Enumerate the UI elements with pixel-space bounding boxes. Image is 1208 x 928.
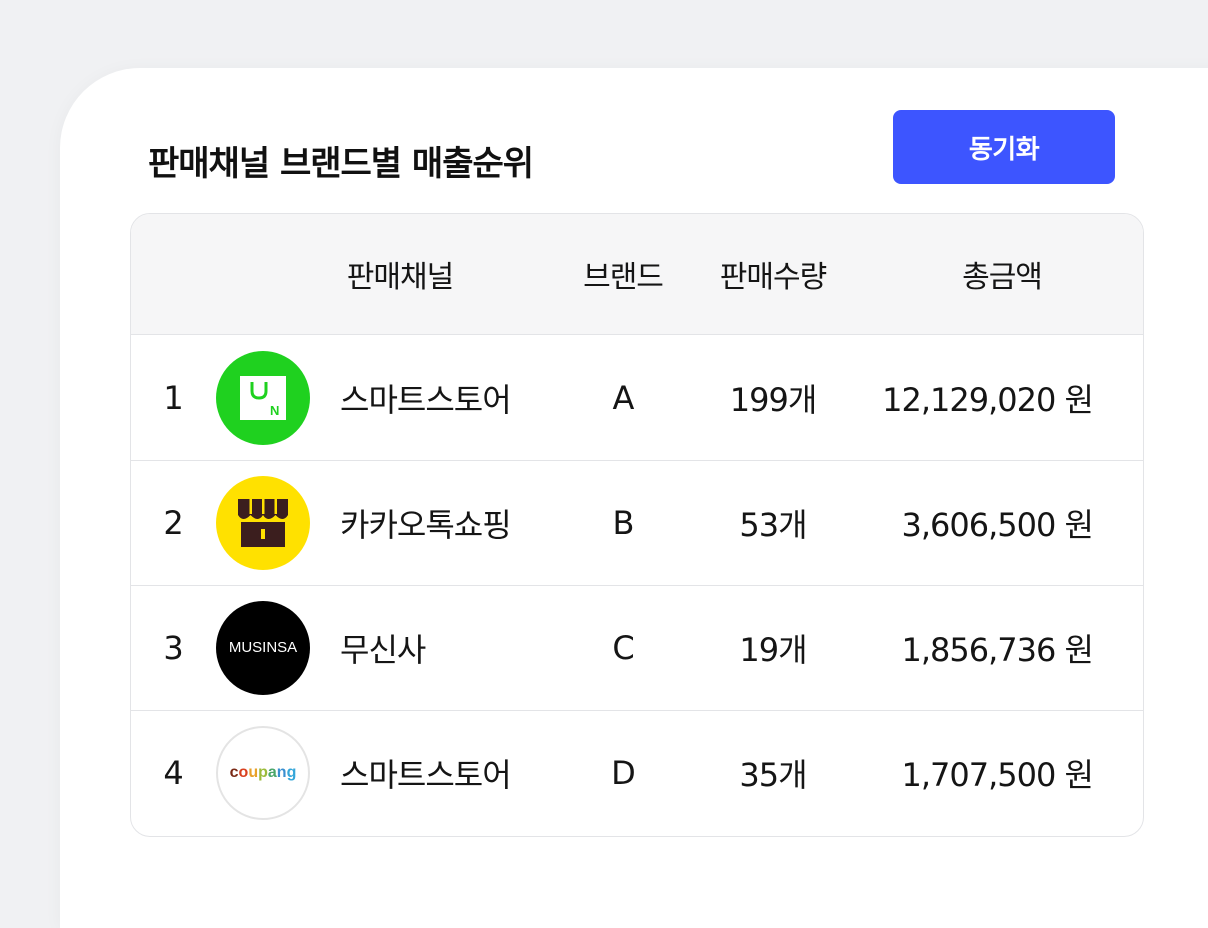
- brand-name: C: [612, 628, 634, 667]
- sales-quantity: 19개: [739, 630, 807, 669]
- sales-quantity: 199개: [729, 380, 818, 419]
- channel-name: 카카오톡쇼핑: [340, 505, 512, 544]
- channel-name: 무신사: [340, 630, 426, 669]
- column-header-channel: 판매채널: [346, 260, 454, 295]
- rank-number: 1: [163, 378, 183, 417]
- kakao-shopping-logo: [216, 475, 310, 570]
- column-header-total: 총금액: [962, 260, 1043, 295]
- table-header: 판매채널 브랜드 판매수량 총금액: [131, 214, 1143, 335]
- rank-number: 3: [163, 628, 183, 667]
- total-amount: 3,606,500 원: [901, 505, 1094, 544]
- brand-name: D: [611, 753, 636, 792]
- rank-number: 4: [163, 753, 183, 792]
- channel-name: 스마트스토어: [340, 755, 512, 794]
- coupang-logo: coupang: [216, 725, 310, 820]
- sales-quantity: 35개: [739, 755, 807, 794]
- sync-button[interactable]: 동기화: [893, 110, 1115, 184]
- column-header-brand: 브랜드: [583, 260, 664, 295]
- total-amount: 12,129,020 원: [882, 380, 1094, 419]
- total-amount: 1,856,736 원: [901, 630, 1094, 669]
- channel-name: 스마트스토어: [340, 380, 512, 419]
- sales-quantity: 53개: [739, 505, 807, 544]
- svg-text:N: N: [270, 403, 279, 418]
- brand-name: B: [612, 503, 635, 542]
- table-row[interactable]: 4 coupang 스마트스토어 D 35개 1,707,500 원: [131, 710, 1143, 835]
- page-title: 판매채널 브랜드별 매출순위: [148, 144, 534, 184]
- sales-ranking-table: 판매채널 브랜드 판매수량 총금액 1 N 스마트스토어 A 199개 12,1…: [130, 213, 1144, 837]
- column-header-quantity: 판매수량: [719, 260, 827, 295]
- total-amount: 1,707,500 원: [901, 755, 1094, 794]
- brand-name: A: [612, 378, 635, 417]
- table-row[interactable]: 3 MUSINSA 무신사 C 19개 1,856,736 원: [131, 585, 1143, 711]
- table-row[interactable]: 1 N 스마트스토어 A 199개 12,129,020 원: [131, 335, 1143, 461]
- rank-number: 2: [163, 503, 183, 542]
- musinsa-logo: MUSINSA: [216, 600, 310, 695]
- table-row[interactable]: 2 카카오톡쇼핑 B 53개 3,606,500 원: [131, 460, 1143, 586]
- naver-smartstore-logo: N: [216, 350, 310, 445]
